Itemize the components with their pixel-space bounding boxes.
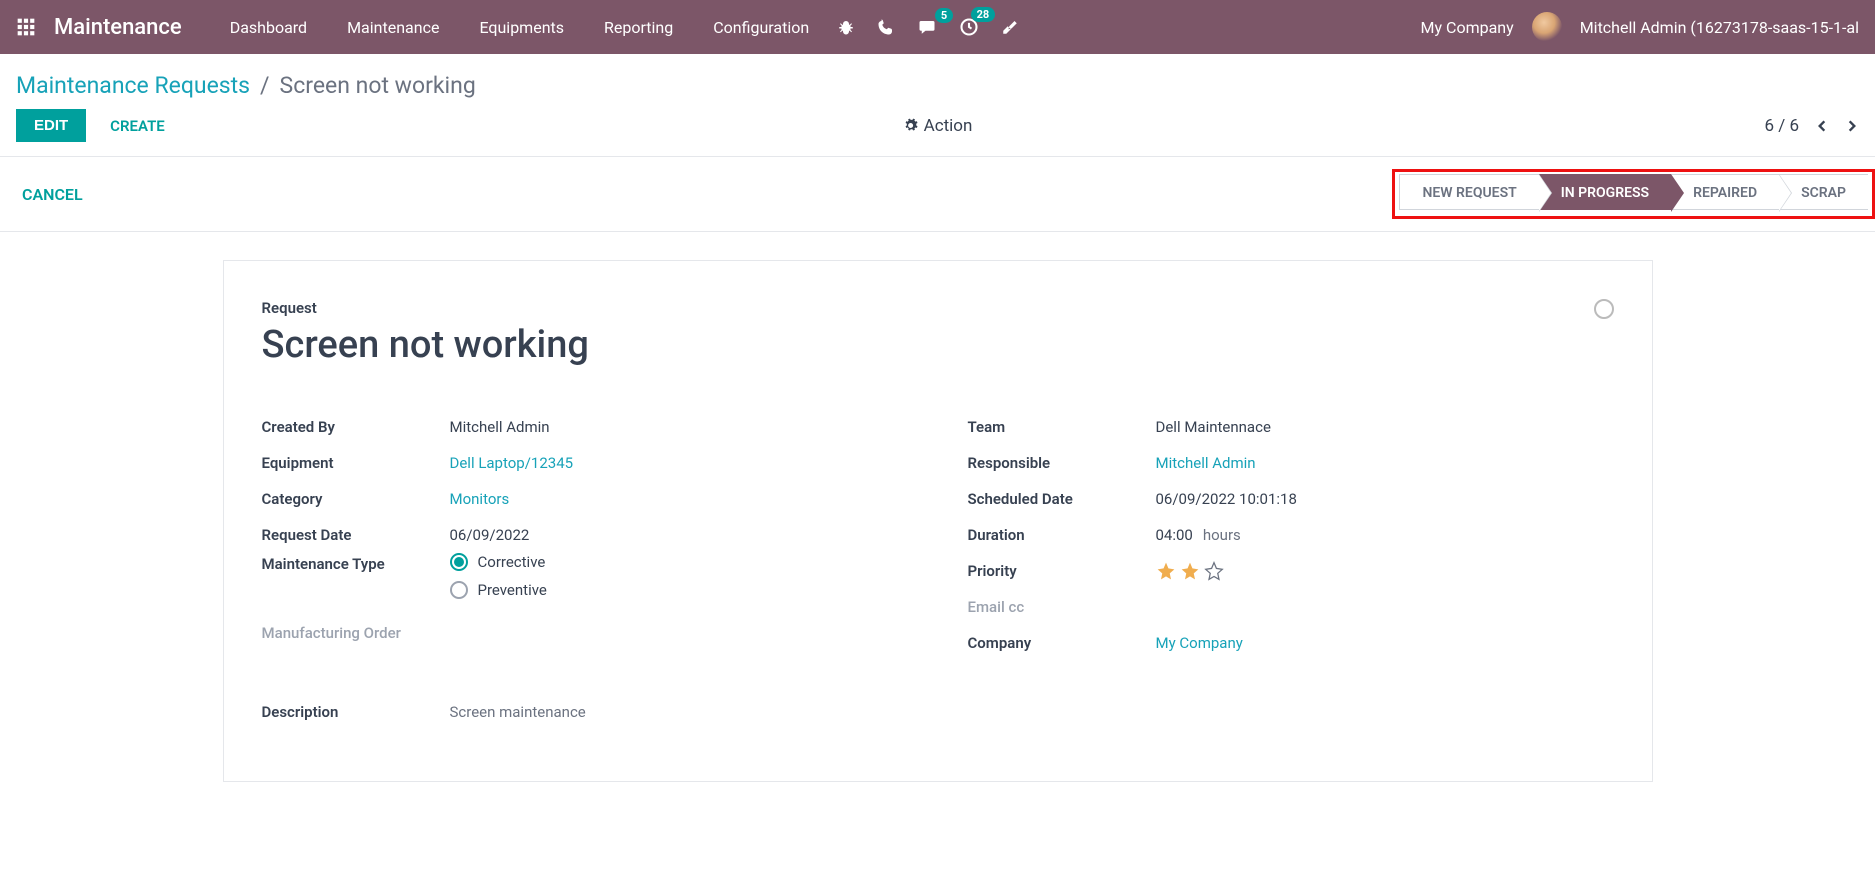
- description-row: Description Screen maintenance: [262, 703, 1614, 721]
- action-label: Action: [924, 116, 973, 136]
- cancel-button[interactable]: CANCEL: [22, 185, 83, 204]
- label-team: Team: [968, 418, 1156, 436]
- label-manufacturing-order: Manufacturing Order: [262, 624, 450, 642]
- duration-unit: hours: [1203, 526, 1241, 544]
- value-category[interactable]: Monitors: [450, 490, 510, 508]
- brand-title[interactable]: Maintenance: [54, 15, 182, 40]
- nav-dashboard[interactable]: Dashboard: [210, 18, 327, 37]
- breadcrumb-current: Screen not working: [280, 72, 476, 99]
- status-steps: NEW REQUEST IN PROGRESS REPAIRED SCRAP: [1399, 174, 1868, 210]
- edit-button[interactable]: EDIT: [16, 109, 86, 142]
- pager-text: 6 / 6: [1764, 116, 1799, 136]
- control-bar: EDIT CREATE Action 6 / 6: [0, 109, 1875, 156]
- status-in-progress[interactable]: IN PROGRESS: [1539, 174, 1671, 210]
- divider: [0, 231, 1875, 232]
- star-1[interactable]: [1156, 561, 1176, 581]
- breadcrumb-parent[interactable]: Maintenance Requests: [16, 72, 250, 99]
- value-request-date: 06/09/2022: [450, 526, 530, 544]
- breadcrumb: Maintenance Requests / Screen not workin…: [0, 54, 1875, 109]
- pager-next[interactable]: [1845, 116, 1859, 136]
- bug-icon[interactable]: [837, 18, 855, 36]
- right-column: TeamDell Maintennace ResponsibleMitchell…: [968, 409, 1614, 661]
- activities-badge: 28: [971, 7, 996, 22]
- phone-icon[interactable]: [877, 18, 895, 36]
- label-company: Company: [968, 634, 1156, 652]
- status-scrap[interactable]: SCRAP: [1779, 174, 1868, 210]
- nav-equipments[interactable]: Equipments: [459, 18, 584, 37]
- field-grid: Created ByMitchell Admin EquipmentDell L…: [262, 409, 1614, 661]
- company-switcher[interactable]: My Company: [1421, 18, 1514, 37]
- left-column: Created ByMitchell Admin EquipmentDell L…: [262, 409, 908, 661]
- value-team: Dell Maintennace: [1156, 418, 1271, 436]
- form-sheet: Request Screen not working Created ByMit…: [223, 260, 1653, 782]
- nav-menu: Dashboard Maintenance Equipments Reporti…: [210, 18, 830, 37]
- activities-icon[interactable]: 28: [959, 17, 979, 37]
- user-menu[interactable]: Mitchell Admin (16273178-saas-15-1-al: [1580, 18, 1859, 37]
- label-email-cc: Email cc: [968, 598, 1156, 616]
- nav-right: My Company Mitchell Admin (16273178-saas…: [1421, 12, 1859, 42]
- record-title: Screen not working: [262, 323, 1614, 367]
- label-scheduled-date: Scheduled Date: [968, 490, 1156, 508]
- nav-maintenance[interactable]: Maintenance: [327, 18, 459, 37]
- maintenance-type-radios: Corrective Preventive: [450, 553, 547, 609]
- radio-preventive[interactable]: [450, 581, 468, 599]
- messages-badge: 5: [935, 8, 953, 23]
- nav-configuration[interactable]: Configuration: [693, 18, 829, 37]
- status-new-request[interactable]: NEW REQUEST: [1399, 174, 1538, 210]
- pager: 6 / 6: [1764, 116, 1859, 136]
- value-description: Screen maintenance: [450, 703, 586, 721]
- nav-reporting[interactable]: Reporting: [584, 18, 693, 37]
- label-category: Category: [262, 490, 450, 508]
- value-scheduled-date: 06/09/2022 10:01:18: [1156, 490, 1297, 508]
- label-created-by: Created By: [262, 418, 450, 436]
- label-responsible: Responsible: [968, 454, 1156, 472]
- label-priority: Priority: [968, 562, 1156, 580]
- value-company[interactable]: My Company: [1156, 634, 1243, 652]
- star-2[interactable]: [1180, 561, 1200, 581]
- status-highlight-box: NEW REQUEST IN PROGRESS REPAIRED SCRAP: [1392, 169, 1875, 219]
- label-equipment: Equipment: [262, 454, 450, 472]
- pager-prev[interactable]: [1815, 116, 1829, 136]
- status-row: CANCEL NEW REQUEST IN PROGRESS REPAIRED …: [0, 157, 1875, 231]
- avatar[interactable]: [1532, 12, 1562, 42]
- tools-icon[interactable]: [1001, 18, 1019, 36]
- kanban-state-dot[interactable]: [1594, 299, 1614, 319]
- apps-icon[interactable]: [16, 17, 36, 37]
- priority-stars: [1156, 561, 1224, 581]
- label-description: Description: [262, 703, 450, 721]
- top-navbar: Maintenance Dashboard Maintenance Equipm…: [0, 0, 1875, 54]
- radio-preventive-label: Preventive: [478, 581, 547, 599]
- request-label: Request: [262, 299, 1614, 317]
- breadcrumb-sep: /: [260, 72, 270, 99]
- value-equipment[interactable]: Dell Laptop/12345: [450, 454, 574, 472]
- star-3[interactable]: [1204, 561, 1224, 581]
- label-duration: Duration: [968, 526, 1156, 544]
- radio-corrective[interactable]: [450, 553, 468, 571]
- gear-icon: [903, 118, 918, 133]
- value-responsible[interactable]: Mitchell Admin: [1156, 454, 1256, 472]
- create-button[interactable]: CREATE: [110, 117, 165, 135]
- value-created-by: Mitchell Admin: [450, 418, 550, 436]
- action-dropdown[interactable]: Action: [903, 116, 973, 136]
- messages-icon[interactable]: 5: [917, 18, 937, 36]
- nav-icon-tray: 5 28: [837, 17, 1019, 37]
- value-duration: 04:00: [1156, 526, 1193, 544]
- status-repaired[interactable]: REPAIRED: [1671, 174, 1779, 210]
- radio-corrective-label: Corrective: [478, 553, 546, 571]
- label-request-date: Request Date: [262, 526, 450, 544]
- label-maintenance-type: Maintenance Type: [262, 553, 450, 573]
